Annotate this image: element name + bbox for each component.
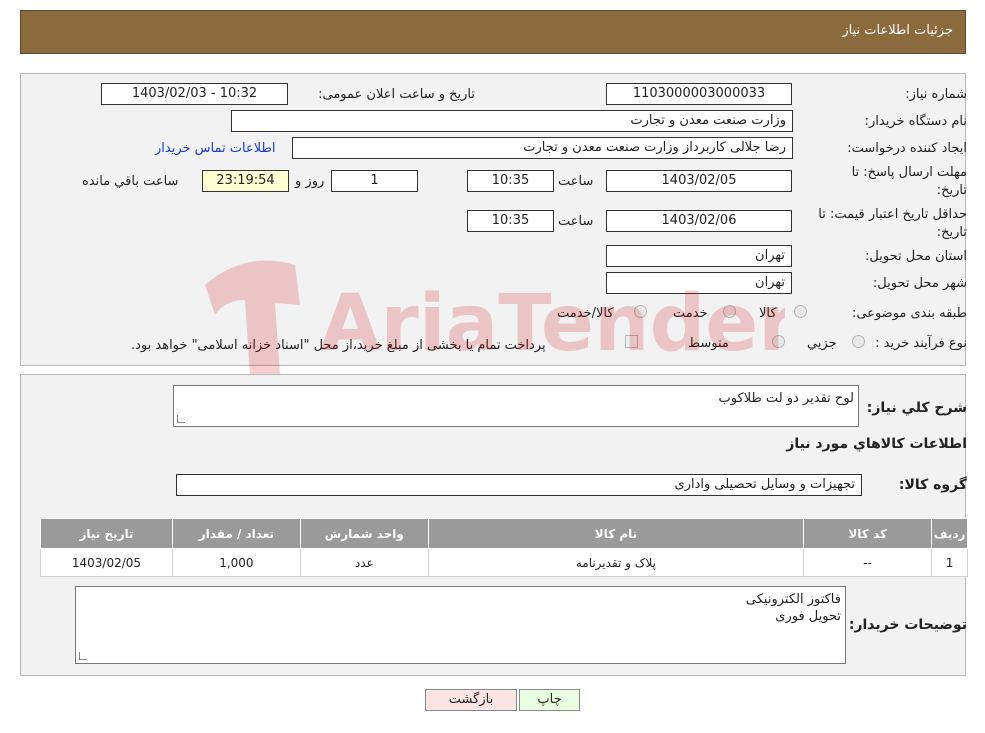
resize-grip-icon[interactable]: [79, 652, 87, 660]
validity-date-field: 1403/02/06: [606, 210, 792, 232]
cell-quantity: 1,000: [171, 548, 301, 577]
category-goods-service-label: کالا/خدمت: [557, 306, 614, 321]
deadline-time-field: 10:35: [467, 170, 554, 192]
back-button[interactable]: بازگشت: [425, 689, 517, 711]
treasury-checkbox[interactable]: [625, 335, 638, 348]
resize-grip-icon[interactable]: [177, 415, 185, 423]
validity-time-field: 10:35: [467, 210, 554, 232]
category-service-radio[interactable]: [723, 305, 736, 318]
process-medium-label: متوسط: [688, 336, 729, 351]
payment-note: پرداخت تمام یا بخشی از مبلغ خرید،از محل …: [131, 338, 546, 353]
province-label: استان محل تحویل:: [865, 249, 967, 264]
deadline-label-date: تاریخ:: [936, 183, 967, 198]
buyer-notes-label: توضیحات خریدار:: [848, 617, 967, 633]
cell-name: پلاک و تقدیرنامه: [427, 548, 805, 577]
validity-time-label: ساعت: [558, 214, 594, 229]
col-need-date: تاریخ نیاز: [40, 518, 173, 549]
announce-label: تاریخ و ساعت اعلان عمومی:: [318, 87, 475, 102]
days-field: 1: [331, 170, 418, 192]
summary-text: لوح تقدیر دو لت طلاکوب: [718, 391, 854, 406]
col-row: رديف: [931, 518, 968, 549]
deadline-time-label: ساعت: [558, 174, 594, 189]
city-label: شهر محل تحویل:: [872, 276, 967, 291]
process-minor-radio[interactable]: [852, 335, 865, 348]
cell-unit: عدد: [299, 548, 429, 577]
col-name: نام کالا: [427, 518, 805, 549]
buyer-notes-line-1: فاکتور الکترونیکی: [745, 592, 841, 607]
deadline-label: مهلت ارسال پاسخ: تا: [851, 165, 967, 180]
buyer-org-field: وزارت صنعت معدن و تجارت: [231, 110, 793, 132]
buyer-contact-link[interactable]: اطلاعات تماس خریدار: [155, 141, 275, 156]
process-label: نوع فرآیند خرید :: [875, 336, 967, 351]
validity-label: حداقل تاریخ اعتبار قیمت: تا: [818, 207, 967, 222]
buyer-notes-textarea[interactable]: فاکتور الکترونیکی تحویل فوری: [75, 586, 846, 664]
summary-label: شرح کلي نياز:: [866, 400, 967, 416]
remaining-time-field: 23:19:54: [202, 170, 289, 192]
creator-field: رضا جلالی کاربرداز وزارت صنعت معدن و تجا…: [292, 137, 793, 159]
page-header: جزئیات اطلاعات نیاز: [20, 10, 966, 54]
process-medium-radio[interactable]: [772, 335, 785, 348]
col-quantity: تعداد / مقدار: [171, 518, 301, 549]
category-service-label: خدمت: [673, 306, 708, 321]
goods-info-title: اطلاعات کالاهاي مورد نياز: [786, 436, 967, 452]
process-minor-label: جزیي: [807, 336, 837, 351]
cell-row: 1: [931, 548, 968, 577]
category-goods-label: کالا: [759, 306, 777, 321]
buyer-org-label: نام دستگاه خریدار:: [864, 114, 967, 129]
creator-label: ایجاد کننده درخواست:: [847, 141, 967, 156]
cell-need-date: 1403/02/05: [40, 548, 173, 577]
need-number-label: شماره نیاز:: [905, 87, 967, 102]
table-row: 1 -- پلاک و تقدیرنامه عدد 1,000 1403/02/…: [40, 548, 968, 577]
print-button[interactable]: چاپ: [519, 689, 580, 711]
goods-table-header: رديف کد کالا نام کالا واحد شمارش تعداد /…: [40, 518, 968, 549]
need-number-field: 1103000003000033: [606, 83, 792, 105]
page-title: جزئیات اطلاعات نیاز: [842, 23, 953, 38]
cell-code: --: [803, 548, 933, 577]
province-field: تهران: [606, 245, 792, 267]
buyer-notes-line-2: تحویل فوری: [775, 609, 841, 624]
goods-table: رديف کد کالا نام کالا واحد شمارش تعداد /…: [40, 518, 968, 577]
summary-textarea[interactable]: لوح تقدیر دو لت طلاکوب: [173, 385, 859, 427]
category-goods-service-radio[interactable]: [634, 305, 647, 318]
goods-group-field: تجهیزات و وسایل تحصیلی واداری: [176, 474, 862, 496]
col-unit: واحد شمارش: [299, 518, 429, 549]
city-field: تهران: [606, 272, 792, 294]
category-goods-radio[interactable]: [794, 305, 807, 318]
remaining-time-label: ساعت باقي مانده: [82, 174, 179, 189]
announce-field: 1403/02/03 - 10:32: [101, 83, 288, 105]
validity-label-date: تاریخ:: [936, 225, 967, 240]
col-code: کد کالا: [803, 518, 933, 549]
goods-group-label: گروه کالا:: [898, 477, 967, 493]
days-label: روز و: [295, 174, 325, 189]
deadline-date-field: 1403/02/05: [606, 170, 792, 192]
category-label: طبقه بندی موضوعی:: [851, 306, 967, 321]
